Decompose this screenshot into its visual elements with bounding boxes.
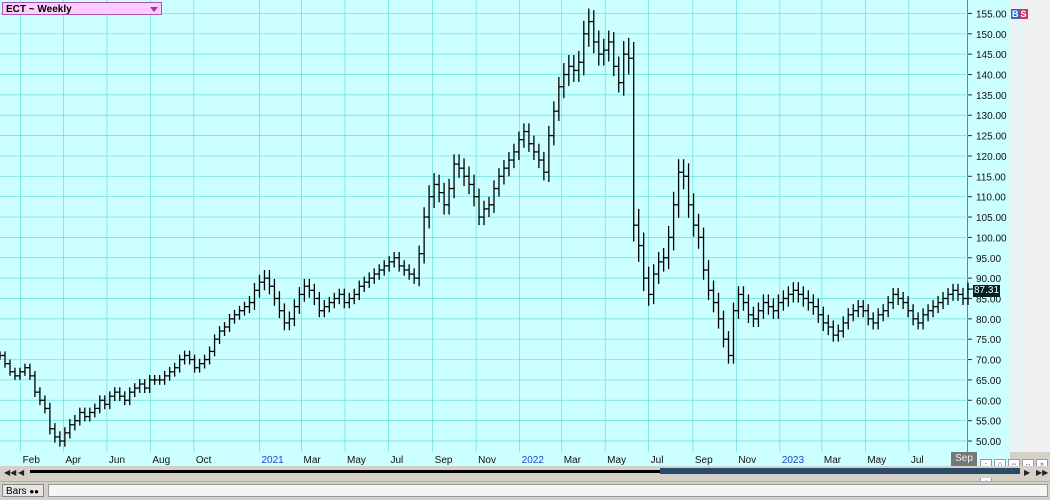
y-tick-label: 155.00 bbox=[976, 9, 1007, 20]
x-tick-label: Sep bbox=[695, 455, 713, 466]
command-input[interactable] bbox=[48, 484, 1048, 497]
chart-style-label: Bars bbox=[6, 486, 27, 497]
scroll-right-icon[interactable]: ▶ bbox=[1024, 468, 1030, 477]
x-tick-label: May bbox=[347, 455, 366, 466]
current-period-label: Sep bbox=[951, 452, 977, 466]
bottom-toolbar: Bars ●● bbox=[0, 481, 1050, 500]
x-tick-label: Jul bbox=[911, 455, 924, 466]
y-tick-label: 120.00 bbox=[976, 152, 1007, 163]
scroll-left-icon[interactable]: ◀ bbox=[18, 468, 24, 477]
scroll-left-fast-icon[interactable]: ◀◀ bbox=[4, 468, 16, 477]
sell-icon[interactable]: S bbox=[1019, 9, 1028, 19]
x-tick-label: Nov bbox=[478, 455, 496, 466]
y-tick-label: 150.00 bbox=[976, 30, 1007, 41]
chart-nav-buttons[interactable]: -∩⇔↔»+ bbox=[980, 453, 1050, 489]
scroll-right-fast-icon[interactable]: ▶▶ bbox=[1036, 468, 1048, 477]
y-tick-label: 95.00 bbox=[976, 254, 1001, 265]
y-tick-label: 75.00 bbox=[976, 335, 1001, 346]
y-tick-label: 100.00 bbox=[976, 233, 1007, 244]
x-tick-label: 2022 bbox=[522, 455, 545, 466]
y-tick-label: 130.00 bbox=[976, 111, 1007, 122]
y-tick-label: 60.00 bbox=[976, 396, 1001, 407]
y-tick-label: 90.00 bbox=[976, 274, 1001, 285]
y-tick-label: 80.00 bbox=[976, 315, 1001, 326]
y-tick-label: 125.00 bbox=[976, 132, 1007, 143]
y-tick-label: 65.00 bbox=[976, 376, 1001, 387]
dropdown-arrow-icon[interactable] bbox=[150, 7, 158, 12]
x-tick-label: Aug bbox=[152, 455, 170, 466]
x-tick-label: Jun bbox=[109, 455, 125, 466]
x-tick-label: 2021 bbox=[261, 455, 284, 466]
x-tick-label: Jul bbox=[651, 455, 664, 466]
ohlc-chart[interactable]: 50.0055.0060.0065.0070.0075.0080.0085.00… bbox=[0, 0, 1010, 466]
buy-icon[interactable]: B bbox=[1011, 9, 1020, 19]
chart-style-button[interactable]: Bars ●● bbox=[2, 484, 44, 497]
y-tick-label: 105.00 bbox=[976, 213, 1007, 224]
x-tick-label: Oct bbox=[196, 455, 212, 466]
y-tick-label: 50.00 bbox=[976, 437, 1001, 448]
price-axis-side-strip bbox=[1010, 0, 1024, 452]
x-tick-label: Mar bbox=[304, 455, 322, 466]
x-tick-label: 2023 bbox=[782, 455, 805, 466]
x-tick-label: May bbox=[607, 455, 626, 466]
y-tick-label: 110.00 bbox=[976, 193, 1006, 204]
y-tick-label: 70.00 bbox=[976, 356, 1001, 367]
symbol-selector[interactable]: ECT ~ Weekly bbox=[2, 2, 162, 15]
y-tick-label: 135.00 bbox=[976, 91, 1007, 102]
x-tick-label: May bbox=[867, 455, 886, 466]
right-margin-panel bbox=[1024, 0, 1050, 452]
y-tick-label: 115.00 bbox=[976, 172, 1006, 183]
x-tick-label: Mar bbox=[824, 455, 842, 466]
x-tick-label: Feb bbox=[23, 455, 41, 466]
time-scrollbar-thumb[interactable] bbox=[660, 468, 1020, 474]
buy-sell-badge[interactable]: BS bbox=[1011, 9, 1028, 19]
x-tick-label: Jul bbox=[390, 455, 403, 466]
y-tick-label: 140.00 bbox=[976, 71, 1007, 82]
x-tick-label: Sep bbox=[435, 455, 453, 466]
chart-style-icon: ●● bbox=[29, 487, 40, 496]
x-tick-label: Mar bbox=[564, 455, 582, 466]
y-tick-label: 55.00 bbox=[976, 417, 1001, 428]
y-tick-label: 145.00 bbox=[976, 50, 1007, 61]
x-tick-label: Apr bbox=[65, 455, 81, 466]
last-price-label: 87.31 bbox=[973, 285, 1000, 297]
symbol-title: ECT ~ Weekly bbox=[6, 4, 72, 15]
x-tick-label: Nov bbox=[738, 455, 756, 466]
